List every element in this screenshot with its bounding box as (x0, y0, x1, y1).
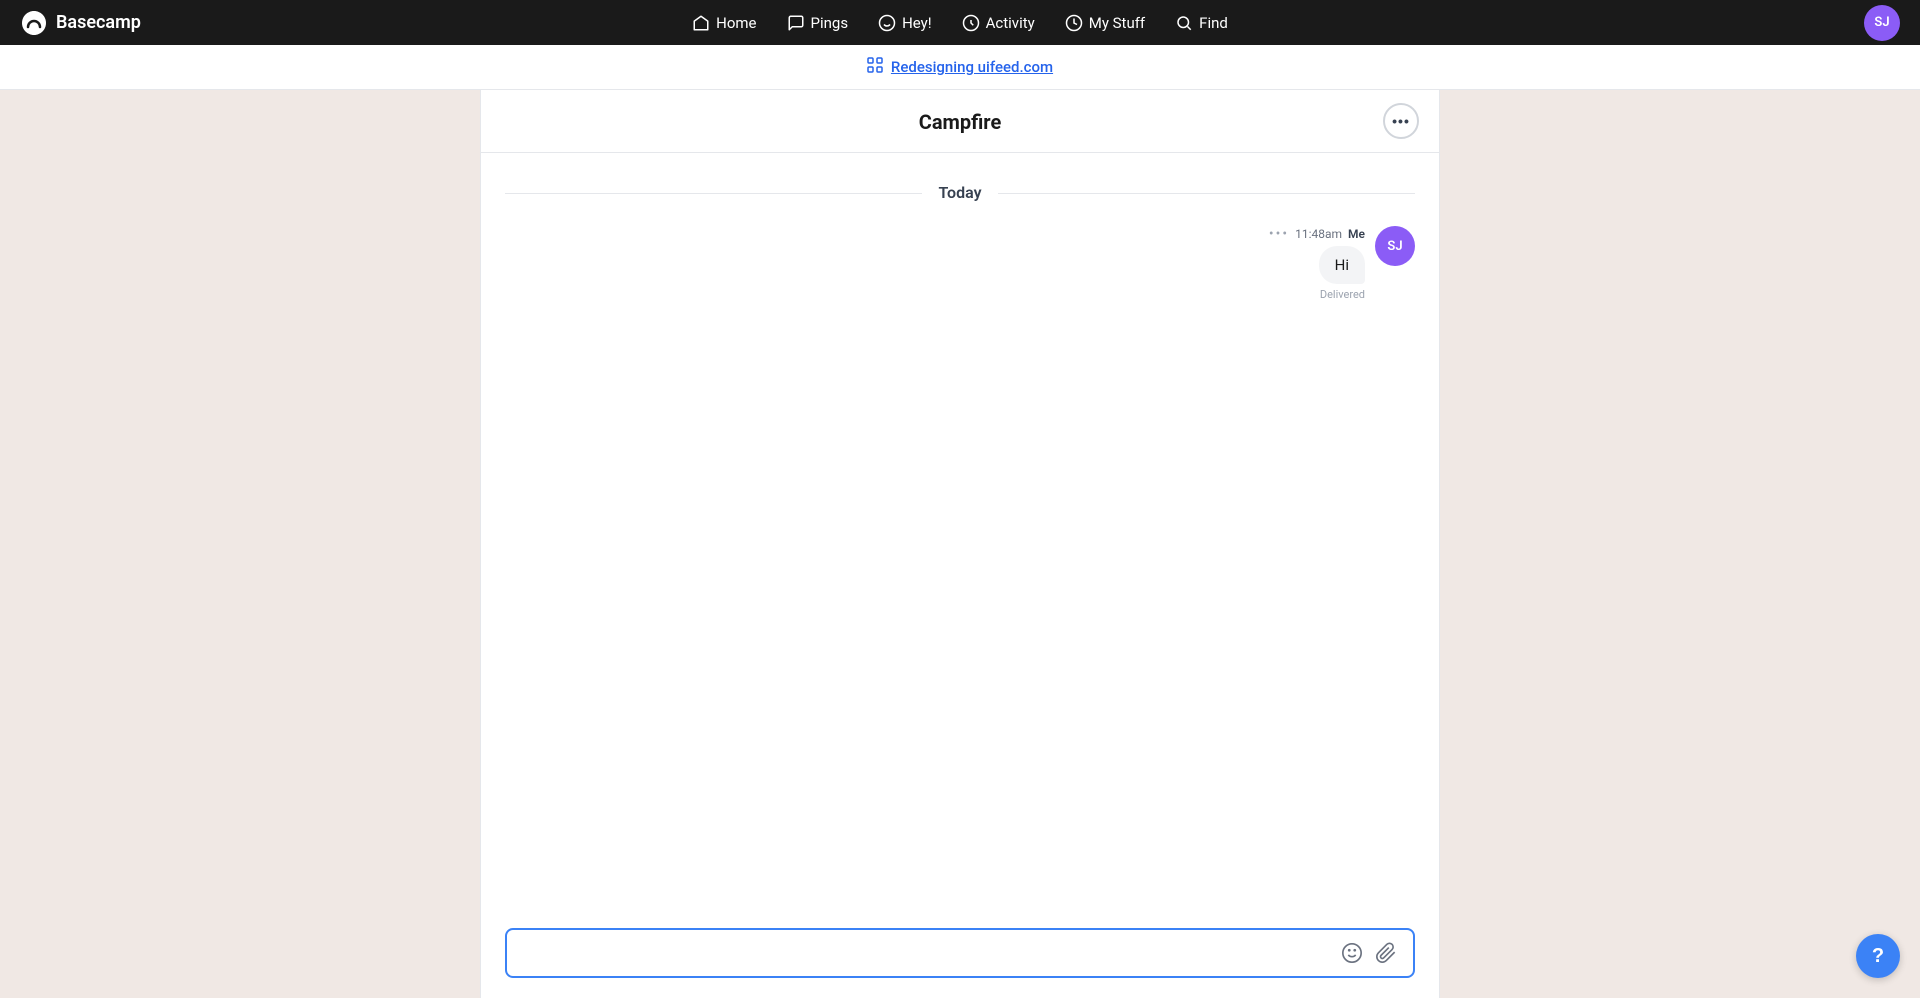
basecamp-logo-icon (20, 9, 48, 37)
chat-input-wrapper (505, 928, 1415, 978)
nav-item-hey[interactable]: Hey! (878, 14, 932, 32)
messages-area: ••• 11:48am Me Hi Delivered SJ (505, 226, 1415, 305)
chat-panel: Campfire ••• Today ••• 11:48am M (480, 90, 1440, 998)
nav-item-find[interactable]: Find (1175, 14, 1228, 32)
main-container: Campfire ••• Today ••• 11:48am M (0, 90, 1920, 998)
chat-body[interactable]: Today ••• 11:48am Me Hi Deli (481, 153, 1439, 912)
logo[interactable]: Basecamp (20, 9, 141, 37)
message-meta: ••• 11:48am Me (1269, 226, 1365, 242)
attach-button[interactable] (1373, 940, 1399, 966)
my-stuff-icon (1065, 14, 1083, 32)
chat-header: Campfire ••• (481, 90, 1439, 153)
message-bubble: Hi (1319, 246, 1365, 284)
user-avatar[interactable]: SJ (1864, 5, 1900, 41)
message-status: Delivered (1320, 288, 1365, 301)
logo-text: Basecamp (56, 12, 141, 33)
pings-icon (787, 14, 805, 32)
message-content: ••• 11:48am Me Hi Delivered (1269, 226, 1365, 301)
message-time: 11:48am (1295, 227, 1342, 241)
table-row: ••• 11:48am Me Hi Delivered SJ (505, 226, 1415, 301)
nav-item-pings[interactable]: Pings (787, 14, 849, 32)
emoji-button[interactable] (1339, 940, 1365, 966)
chat-options-button[interactable]: ••• (1383, 103, 1419, 139)
project-link[interactable]: Redesigning uifeed.com (867, 57, 1053, 77)
chat-title: Campfire (919, 110, 1002, 134)
nav-item-my-stuff[interactable]: My Stuff (1065, 14, 1145, 32)
nav-items-list: Home Pings Hey! (692, 14, 1228, 32)
chat-input-area (481, 912, 1439, 998)
activity-icon (962, 14, 980, 32)
chat-input[interactable] (521, 945, 1331, 962)
message-sender: Me (1348, 227, 1365, 241)
help-button[interactable]: ? (1856, 934, 1900, 978)
project-bar: Redesigning uifeed.com (0, 45, 1920, 90)
help-label: ? (1872, 945, 1884, 968)
attach-icon (1375, 942, 1397, 964)
home-icon (692, 14, 710, 32)
date-label: Today (922, 183, 997, 202)
date-separator: Today (505, 183, 1415, 202)
find-icon (1175, 14, 1193, 32)
message-options-dots[interactable]: ••• (1269, 226, 1289, 242)
project-name: Redesigning uifeed.com (891, 58, 1053, 76)
nav-item-home[interactable]: Home (692, 14, 756, 32)
emoji-icon (1341, 942, 1363, 964)
avatar: SJ (1375, 226, 1415, 266)
grid-icon (867, 57, 883, 77)
message-text: Hi (1335, 256, 1349, 274)
nav-item-activity[interactable]: Activity (962, 14, 1035, 32)
top-navigation: Basecamp Home Pings (0, 0, 1920, 45)
ellipsis-icon: ••• (1392, 113, 1410, 129)
hey-icon (878, 14, 896, 32)
